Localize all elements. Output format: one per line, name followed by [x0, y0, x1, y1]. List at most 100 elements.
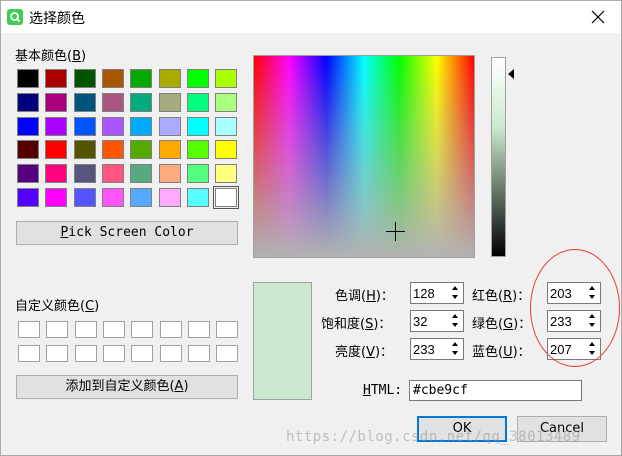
- custom-color-slot[interactable]: [216, 321, 239, 338]
- basic-color-swatch[interactable]: [45, 164, 68, 184]
- saturation-spinbox[interactable]: [410, 310, 464, 332]
- basic-color-swatch[interactable]: [130, 164, 153, 184]
- hue-input[interactable]: [413, 285, 447, 302]
- qt-app-icon: [7, 9, 23, 25]
- title-bar: 选择颜色: [1, 1, 621, 33]
- basic-color-swatch[interactable]: [73, 188, 96, 207]
- basic-color-swatch[interactable]: [130, 92, 153, 112]
- basic-color-swatch[interactable]: [158, 69, 181, 88]
- basic-color-swatch[interactable]: [186, 116, 209, 136]
- value-down-icon[interactable]: [448, 349, 462, 358]
- saturation-down-icon[interactable]: [448, 321, 462, 330]
- basic-color-swatch[interactable]: [215, 164, 238, 184]
- basic-color-swatch[interactable]: [130, 69, 153, 88]
- html-hex-field[interactable]: [409, 380, 582, 401]
- hue-saturation-picker[interactable]: [253, 55, 475, 258]
- basic-color-swatch[interactable]: [73, 164, 96, 184]
- basic-color-swatch[interactable]: [73, 140, 96, 160]
- value-label: 亮度(V)：: [335, 345, 394, 360]
- basic-color-swatch[interactable]: [73, 116, 96, 136]
- basic-color-swatch[interactable]: [17, 140, 39, 160]
- custom-color-slot[interactable]: [187, 345, 210, 362]
- hue-up-icon[interactable]: [448, 284, 462, 293]
- luminance-pointer-icon[interactable]: [508, 69, 514, 79]
- basic-color-swatch[interactable]: [215, 140, 238, 160]
- basic-colors-label: 基本颜色(B): [15, 49, 87, 64]
- custom-color-slot[interactable]: [18, 321, 40, 338]
- watermark: https://blog.csdn.net/qq_38013489: [286, 429, 581, 445]
- basic-color-swatch[interactable]: [17, 164, 39, 184]
- basic-color-swatch[interactable]: [45, 140, 68, 160]
- custom-color-slot[interactable]: [46, 321, 69, 338]
- basic-color-swatch[interactable]: [215, 92, 238, 112]
- window-title: 选择颜色: [29, 11, 85, 27]
- close-button[interactable]: [575, 1, 621, 33]
- basic-color-swatch[interactable]: [17, 116, 39, 136]
- custom-color-slot[interactable]: [216, 345, 239, 362]
- custom-color-slot[interactable]: [74, 321, 97, 338]
- value-input[interactable]: [413, 341, 447, 358]
- basic-color-swatch[interactable]: [17, 92, 39, 112]
- custom-color-slot[interactable]: [131, 345, 154, 362]
- basic-color-swatch[interactable]: [130, 188, 153, 207]
- custom-color-slot[interactable]: [18, 345, 40, 362]
- basic-color-swatch[interactable]: [101, 69, 124, 88]
- custom-color-slot[interactable]: [159, 345, 182, 362]
- basic-color-swatch[interactable]: [101, 140, 124, 160]
- basic-color-swatch[interactable]: [158, 116, 181, 136]
- basic-color-swatch[interactable]: [101, 164, 124, 184]
- basic-color-swatch[interactable]: [158, 164, 181, 184]
- basic-color-swatch[interactable]: [73, 92, 96, 112]
- annotation-ellipse: [530, 249, 620, 367]
- close-icon: [591, 10, 605, 24]
- custom-color-slot[interactable]: [131, 321, 154, 338]
- saturation-up-icon[interactable]: [448, 312, 462, 321]
- basic-color-swatch[interactable]: [186, 69, 209, 88]
- add-to-custom-colors-button[interactable]: 添加到自定义颜色(A): [16, 375, 238, 399]
- basic-color-swatch[interactable]: [45, 69, 68, 88]
- basic-color-swatch[interactable]: [130, 140, 153, 160]
- blue-label: 蓝色(U)：: [472, 345, 531, 360]
- basic-color-swatch[interactable]: [45, 188, 68, 207]
- color-dialog: 选择颜色 基本颜色(B) Pick Screen Color 自定义颜色(C) …: [0, 0, 622, 456]
- custom-color-slot[interactable]: [102, 321, 125, 338]
- luminance-slider[interactable]: [491, 57, 506, 257]
- basic-color-swatch[interactable]: [215, 69, 238, 88]
- basic-color-swatch[interactable]: [158, 188, 181, 207]
- basic-color-swatch[interactable]: [158, 92, 181, 112]
- custom-color-slot[interactable]: [102, 345, 125, 362]
- color-preview: [253, 282, 312, 400]
- crosshair-icon: [386, 222, 405, 241]
- hue-down-icon[interactable]: [448, 293, 462, 302]
- hue-spinbox[interactable]: [410, 282, 464, 304]
- value-spinbox[interactable]: [410, 338, 464, 360]
- basic-color-swatch[interactable]: [186, 92, 209, 112]
- pick-screen-color-button[interactable]: Pick Screen Color: [16, 221, 238, 245]
- basic-color-swatch[interactable]: [45, 116, 68, 136]
- custom-colors-label: 自定义颜色(C): [15, 299, 100, 314]
- basic-color-swatch[interactable]: [158, 140, 181, 160]
- custom-color-slot[interactable]: [46, 345, 69, 362]
- hue-label: 色调(H)：: [335, 289, 394, 304]
- basic-color-swatch[interactable]: [215, 116, 238, 136]
- basic-color-swatch[interactable]: [73, 69, 96, 88]
- basic-color-swatch[interactable]: [130, 116, 153, 136]
- basic-color-swatch[interactable]: [17, 188, 39, 207]
- saturation-label: 饱和度(S)：: [321, 317, 392, 332]
- value-up-icon[interactable]: [448, 340, 462, 349]
- red-label: 红色(R)：: [472, 289, 531, 304]
- basic-color-swatch[interactable]: [101, 116, 124, 136]
- basic-color-swatch[interactable]: [101, 92, 124, 112]
- basic-color-swatch[interactable]: [186, 140, 209, 160]
- custom-color-slot[interactable]: [159, 321, 182, 338]
- basic-color-swatch[interactable]: [186, 164, 209, 184]
- basic-color-swatch[interactable]: [213, 186, 240, 209]
- basic-color-swatch[interactable]: [17, 69, 39, 88]
- basic-color-swatch[interactable]: [45, 92, 68, 112]
- html-hex-input[interactable]: [410, 381, 581, 400]
- saturation-input[interactable]: [413, 313, 447, 330]
- custom-color-slot[interactable]: [74, 345, 97, 362]
- basic-color-swatch[interactable]: [186, 188, 209, 207]
- custom-color-slot[interactable]: [187, 321, 210, 338]
- basic-color-swatch[interactable]: [101, 188, 124, 207]
